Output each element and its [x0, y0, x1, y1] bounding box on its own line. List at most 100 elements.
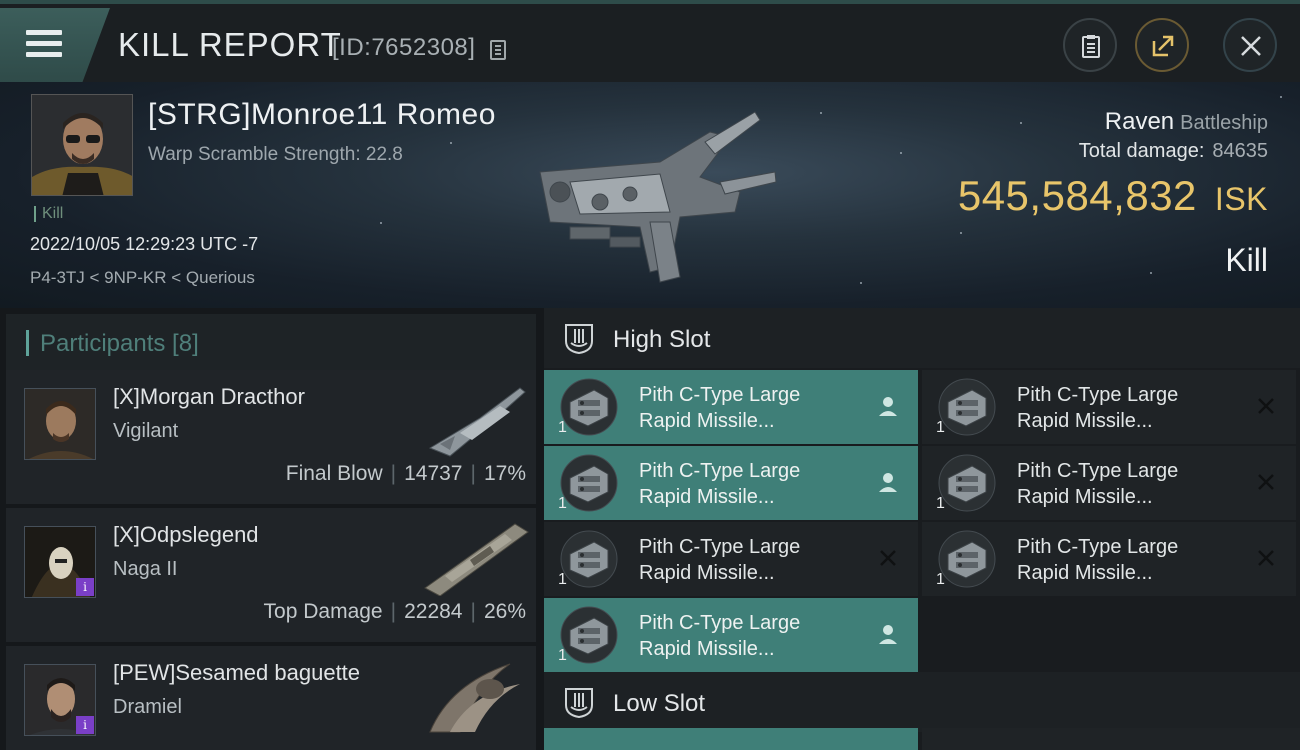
participant-ship-image	[429, 663, 520, 733]
module-name-line2: Rapid Missile...	[639, 638, 775, 660]
module-name-line2: Rapid Missile...	[1017, 486, 1153, 508]
kill-result: Kill	[1225, 242, 1268, 278]
low-slot-module[interactable]	[544, 728, 918, 750]
info-badge-icon: i	[76, 578, 94, 596]
dropped-person-icon	[879, 397, 897, 416]
participant-name: [X]Morgan Dracthor	[113, 384, 305, 409]
missile-launcher-icon	[560, 378, 618, 436]
module-name: Pith C-Type Large Rapid Missile...	[639, 458, 859, 510]
module-name: Pith C-Type Large Rapid Missile...	[639, 382, 859, 434]
module-quantity: 1	[936, 495, 945, 512]
isk-unit: ISK	[1214, 181, 1268, 217]
high-slot-module[interactable]: 1 Pith C-Type Large Rapid Missile...	[544, 370, 918, 444]
module-quantity: 1	[936, 419, 945, 436]
close-icon	[1241, 36, 1261, 56]
share-button[interactable]	[1135, 18, 1189, 72]
isk-amount: 545,584,832	[957, 172, 1197, 219]
participant-card[interactable]: i [PEW]Sesamed baguette Dramiel	[6, 646, 536, 750]
total-damage-label: Total damage:	[1078, 140, 1205, 162]
module-name-line1: Pith C-Type Large	[639, 460, 801, 482]
kill-datetime: 2022/10/05 12:29:23 UTC -7	[30, 234, 259, 254]
module-quantity: 1	[558, 495, 567, 512]
victim-portrait[interactable]	[31, 94, 133, 196]
module-name-line2: Rapid Missile...	[639, 410, 775, 432]
victim-ship[interactable]: Raven Battleship	[1105, 108, 1268, 136]
participant-ship: Dramiel	[113, 696, 182, 718]
participants-label: Participants [8]	[40, 330, 199, 357]
module-name: Pith C-Type Large Rapid Missile...	[1017, 382, 1237, 434]
participant-role: Top Damage	[263, 600, 383, 623]
high-slot-header: High Slot	[544, 308, 1300, 368]
victim-name[interactable]: [STRG]Monroe11 Romeo	[148, 98, 496, 132]
missile-launcher-icon	[560, 606, 618, 664]
module-name-line1: Pith C-Type Large	[1017, 536, 1179, 558]
module-name-line2: Rapid Missile...	[1017, 562, 1153, 584]
participant-avatar: i	[24, 526, 96, 598]
participant-avatar: i	[24, 664, 96, 736]
fitting-panel: High Slot 1 Pith C-Type Large Rapid Missil…	[544, 308, 1300, 750]
missile-launcher-icon	[938, 378, 996, 436]
dropped-person-icon	[879, 473, 897, 492]
participant-damage: 22284	[404, 600, 463, 623]
close-button[interactable]	[1223, 18, 1277, 72]
participant-card[interactable]: i [X]Odpslegend Naga II Top Damage | 22284…	[6, 508, 536, 642]
module-name-line2: Rapid Missile...	[1017, 410, 1153, 432]
participant-damage: 14737	[404, 462, 463, 485]
participant-stats: Final Blow | 14737 | 17%	[285, 462, 526, 485]
participants-panel: Participants [8] [X]Morgan Dracthor Vigi…	[0, 308, 540, 750]
page-title: KILL REPORT	[118, 26, 342, 63]
total-damage-value: 84635	[1212, 140, 1268, 162]
missile-launcher-icon	[560, 454, 618, 512]
high-slot-module[interactable]: 1 Pith C-Type Large Rapid Missile...	[922, 446, 1296, 520]
victim-ship-class: Battleship	[1180, 112, 1268, 134]
module-name: Pith C-Type Large Rapid Missile...	[639, 610, 859, 662]
clipboard-icon	[1082, 35, 1100, 58]
module-name-line2: Rapid Missile...	[639, 486, 775, 508]
header-accent	[26, 330, 29, 356]
missile-launcher-icon	[560, 530, 618, 588]
menu-button[interactable]	[0, 8, 110, 82]
kill-location[interactable]: P4-3TJ < 9NP-KR < Querious	[30, 268, 255, 288]
kill-tag: Kill	[34, 206, 63, 222]
copy-icon[interactable]	[490, 40, 506, 60]
clipboard-button[interactable]	[1063, 18, 1117, 72]
module-name: Pith C-Type Large Rapid Missile...	[1017, 458, 1237, 510]
high-slot-module[interactable]: 1 Pith C-Type Large Rapid Missile...	[544, 522, 918, 596]
report-id: [ID:7652308]	[332, 34, 476, 61]
participant-avatar	[24, 388, 96, 460]
participant-name: [PEW]Sesamed baguette	[113, 660, 361, 685]
low-slot-label: Low Slot	[613, 690, 706, 717]
warp-scramble-strength: Warp Scramble Strength: 22.8	[148, 144, 403, 165]
destroyed-x-icon	[1258, 550, 1274, 566]
destroyed-x-icon	[880, 550, 896, 566]
module-name-line1: Pith C-Type Large	[639, 384, 801, 406]
low-slot-module[interactable]	[922, 728, 1300, 750]
victim-ship-image	[539, 111, 777, 283]
participant-percent: 26%	[483, 600, 526, 623]
participants-header[interactable]: Participants [8]	[6, 314, 536, 372]
module-name: Pith C-Type Large Rapid Missile...	[1017, 534, 1237, 586]
module-quantity: 1	[558, 419, 567, 436]
participant-percent: 17%	[483, 462, 526, 485]
participant-card[interactable]: [X]Morgan Dracthor Vigilant Final Blow | 1…	[6, 370, 536, 504]
participant-role: Final Blow	[285, 462, 383, 485]
low-slot-header: Low Slot	[544, 672, 1300, 732]
module-name: Pith C-Type Large Rapid Missile...	[639, 534, 859, 586]
victim-ship-name: Raven	[1104, 108, 1175, 135]
dropped-person-icon	[879, 625, 897, 644]
module-name-line2: Rapid Missile...	[639, 562, 775, 584]
participant-ship: Vigilant	[113, 420, 179, 442]
high-slot-module[interactable]: 1 Pith C-Type Large Rapid Missile...	[544, 446, 918, 520]
participant-ship-image	[428, 387, 526, 457]
module-quantity: 1	[936, 571, 945, 588]
high-slot-module[interactable]: 1 Pith C-Type Large Rapid Missile...	[922, 522, 1296, 596]
high-slot-module[interactable]: 1 Pith C-Type Large Rapid Missile...	[922, 370, 1296, 444]
participant-name: [X]Odpslegend	[113, 522, 259, 547]
hamburger-icon	[26, 30, 62, 60]
participant-stats: Top Damage | 22284 | 26%	[263, 600, 526, 623]
high-slot-module[interactable]: 1 Pith C-Type Large Rapid Missile...	[544, 598, 918, 672]
info-badge-icon: i	[76, 716, 94, 734]
module-name-line1: Pith C-Type Large	[639, 612, 801, 634]
module-name-line1: Pith C-Type Large	[1017, 384, 1179, 406]
kill-summary-banner: [STRG]Monroe11 Romeo Warp Scramble Stren…	[0, 82, 1300, 308]
